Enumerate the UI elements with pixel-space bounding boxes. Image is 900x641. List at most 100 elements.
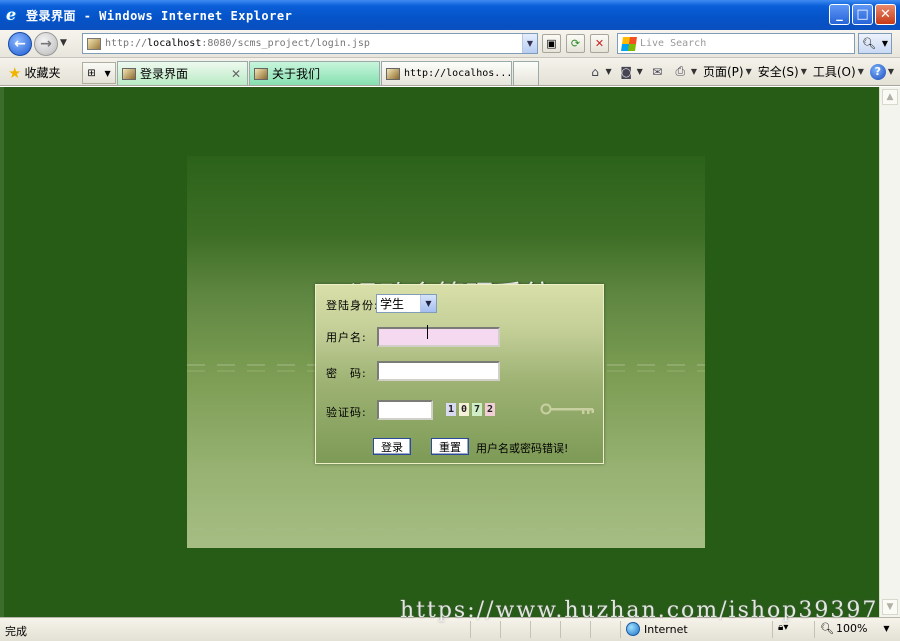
background-streak xyxy=(187,528,705,530)
safety-menu-label: 安全(S) xyxy=(757,65,799,79)
role-select[interactable]: 学生 ▼ xyxy=(376,294,437,313)
zoom-control[interactable]: 🔍︎ 100% ▼ xyxy=(820,622,890,635)
tab-close-icon[interactable]: ✕ xyxy=(231,67,241,81)
favorites-button[interactable]: ★ 收藏夹 xyxy=(8,64,60,81)
zone-label: Internet xyxy=(644,622,688,636)
status-divider xyxy=(772,621,773,638)
status-divider xyxy=(620,621,621,638)
address-dropdown-icon[interactable]: ▼ xyxy=(522,34,537,53)
window-titlebar: e 登录界面 - Windows Internet Explorer _ □ ✕ xyxy=(0,0,900,30)
protected-mode-icon[interactable]: 🔒︎▾ xyxy=(778,622,788,633)
address-toolbar: ← → ▼ http://localhost:8080/scms_project… xyxy=(0,30,900,58)
globe-icon xyxy=(626,622,640,636)
ie-icon: e xyxy=(6,5,17,24)
feeds-button[interactable]: ◙ ▼ xyxy=(618,64,643,80)
page-menu[interactable]: 页面(P) ▼ xyxy=(703,63,752,80)
zoom-label: 100% xyxy=(835,622,868,635)
password-label: 密 码: xyxy=(326,367,367,380)
search-button[interactable]: 🔍︎ ▼ xyxy=(858,33,892,54)
username-input[interactable] xyxy=(377,327,500,347)
mail-button[interactable]: ✉ xyxy=(649,64,666,80)
recent-pages-dropdown-icon[interactable]: ▼ xyxy=(60,38,67,48)
captcha-digit: 1 xyxy=(446,403,456,416)
print-dropdown-icon[interactable]: ▼ xyxy=(691,67,697,76)
role-selected-value: 学生 xyxy=(380,297,405,311)
home-icon: ⌂ xyxy=(591,64,599,79)
page-dropdown-icon: ▼ xyxy=(745,67,752,76)
tab-label: http://localhos... xyxy=(404,68,512,79)
zoom-icon: 🔍︎ xyxy=(820,622,834,635)
vertical-scrollbar[interactable]: ▲ ▼ xyxy=(879,87,900,617)
quick-tabs-icon: ⊞ xyxy=(87,67,96,79)
login-button[interactable]: 登录 xyxy=(373,438,411,455)
tab-page-icon xyxy=(122,67,136,80)
search-box[interactable]: Live Search xyxy=(617,33,855,54)
home-button[interactable]: ⌂ ▼ xyxy=(587,64,612,80)
username-label: 用户名: xyxy=(326,331,367,344)
status-text: 完成 xyxy=(5,625,27,638)
security-zone[interactable]: Internet xyxy=(626,622,688,636)
magnifier-icon: 🔍︎ xyxy=(861,37,876,50)
captcha-digit: 0 xyxy=(459,403,469,416)
status-divider xyxy=(560,621,561,638)
address-url[interactable]: http://localhost:8080/scms_project/login… xyxy=(105,38,370,49)
scroll-up-icon[interactable]: ▲ xyxy=(882,89,898,105)
status-divider xyxy=(500,621,501,638)
tools-menu[interactable]: 工具(O) ▼ xyxy=(813,63,864,80)
printer-icon: ⎙ xyxy=(675,64,686,78)
tab-localhost[interactable]: http://localhos... xyxy=(381,61,512,85)
feeds-dropdown-icon[interactable]: ▼ xyxy=(637,67,643,76)
zoom-dropdown-icon[interactable]: ▼ xyxy=(883,624,889,633)
home-dropdown-icon[interactable]: ▼ xyxy=(606,67,612,76)
text-cursor-icon xyxy=(427,325,432,339)
back-button[interactable]: ← xyxy=(8,32,32,56)
page-menu-label: 页面(P) xyxy=(702,65,744,79)
status-divider xyxy=(814,621,815,638)
refresh-icon[interactable]: ⟳ xyxy=(566,34,585,53)
captcha-image[interactable]: 1 0 7 2 xyxy=(446,403,495,416)
compatibility-view-icon[interactable]: ▣ xyxy=(542,34,561,53)
captcha-label: 验证码: xyxy=(326,406,367,419)
tab-label: 登录界面 xyxy=(140,67,189,81)
status-divider xyxy=(470,621,471,638)
tab-list-dropdown-icon[interactable]: ▼ xyxy=(104,69,110,78)
page-icon xyxy=(87,37,101,50)
role-label: 登陆身份: xyxy=(326,299,379,312)
tab-login[interactable]: 登录界面 ✕ xyxy=(117,61,248,85)
status-divider xyxy=(590,621,591,638)
tab-page-icon xyxy=(386,67,400,80)
search-input[interactable]: Live Search xyxy=(640,38,706,49)
print-button[interactable]: ⎙ ▼ xyxy=(672,64,697,80)
safety-dropdown-icon: ▼ xyxy=(800,67,807,76)
help-menu[interactable]: ? ▼ xyxy=(869,63,894,80)
password-input[interactable] xyxy=(377,361,500,381)
chevron-down-icon[interactable]: ▼ xyxy=(420,295,436,312)
stop-icon[interactable]: ✕ xyxy=(590,34,609,53)
command-bar: ⌂ ▼ ◙ ▼ ✉ ⎙ ▼ 页面(P) ▼ 安全(S) ▼ 工具(O) ▼ ? ▼ xyxy=(587,63,894,80)
captcha-digit: 7 xyxy=(472,403,482,416)
maximize-button[interactable]: □ xyxy=(852,4,873,25)
minimize-button[interactable]: _ xyxy=(829,4,850,25)
tab-about-us[interactable]: 关于我们 xyxy=(249,61,380,85)
live-search-icon xyxy=(621,36,637,51)
scroll-down-icon[interactable]: ▼ xyxy=(882,599,898,615)
window-controls: _ □ ✕ xyxy=(829,4,896,25)
captcha-input[interactable] xyxy=(377,400,433,420)
safety-menu[interactable]: 安全(S) ▼ xyxy=(758,63,807,80)
rss-feed-icon: ◙ xyxy=(620,64,632,79)
status-divider xyxy=(530,621,531,638)
login-panel: 运动会管理系统 登陆身份: 学生 ▼ 用户名: 密 码: 验证码: 1 0 7 … xyxy=(187,156,705,548)
reset-button[interactable]: 重置 xyxy=(431,438,469,455)
search-options-dropdown-icon[interactable]: ▼ xyxy=(882,39,888,48)
watermark-text: https://www.huzhan.com/ishop39397 xyxy=(400,598,879,623)
help-icon: ? xyxy=(869,63,886,80)
address-bar[interactable]: http://localhost:8080/scms_project/login… xyxy=(82,33,538,54)
tab-label: 关于我们 xyxy=(272,67,321,81)
quick-tabs-button[interactable]: ⊞ ▼ xyxy=(82,62,116,84)
close-button[interactable]: ✕ xyxy=(875,4,896,25)
new-tab-button[interactable] xyxy=(513,61,539,85)
captcha-digit: 2 xyxy=(485,403,495,416)
forward-button[interactable]: → xyxy=(34,32,58,56)
window-title: 登录界面 - Windows Internet Explorer xyxy=(26,8,293,23)
help-dropdown-icon[interactable]: ▼ xyxy=(888,67,894,76)
